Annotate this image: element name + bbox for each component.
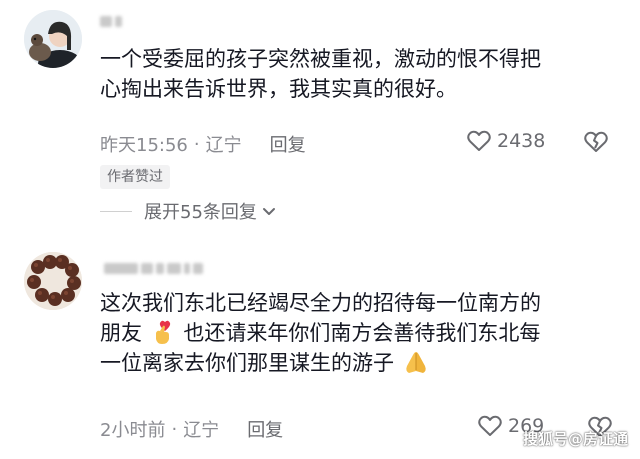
- dislike-button[interactable]: [584, 131, 608, 157]
- commenter-avatar[interactable]: [24, 252, 82, 310]
- reply-button[interactable]: 回复: [270, 131, 306, 157]
- comment-time: 昨天15:56: [100, 135, 188, 156]
- heart-outline-icon: [467, 130, 491, 151]
- commenter-avatar[interactable]: [24, 10, 82, 68]
- watermark: 搜狐号@房证通: [522, 430, 628, 448]
- commenter-name[interactable]: [100, 16, 122, 27]
- comment-text: 一个受委屈的孩子突然被重视，激动的恨不得把 心掏出来告诉世界，我其实真的很好。: [100, 44, 620, 104]
- comment-location: 辽宁: [205, 135, 242, 156]
- comment-line: 这次我们东北已经竭尽全力的招待每一位南方的: [100, 291, 541, 315]
- comment-line: 朋友: [100, 321, 142, 345]
- comment-location: 辽宁: [183, 420, 220, 441]
- folded-hands-emoji: [406, 352, 426, 373]
- reply-button[interactable]: 回复: [247, 416, 283, 442]
- divider: [100, 210, 132, 212]
- broken-heart-icon: [584, 131, 608, 152]
- like-button[interactable]: 2438: [467, 130, 545, 152]
- chevron-down-icon: [262, 208, 275, 215]
- comment-line: 一位离家去你们那里谋生的游子: [100, 351, 394, 375]
- finger-heart-emoji: [155, 320, 170, 344]
- comment-meta: 2小时前 · 辽宁 回复: [100, 416, 283, 442]
- comment-line: 心掏出来告诉世界，我其实真的很好。: [100, 77, 457, 101]
- heart-outline-icon: [478, 415, 502, 436]
- like-count: 2438: [497, 130, 546, 152]
- comment-text: 这次我们东北已经竭尽全力的招待每一位南方的 朋友 也还请来年你们南方会善待我们东…: [100, 288, 620, 378]
- expand-replies[interactable]: 展开55条回复: [100, 198, 277, 224]
- comment-meta: 昨天15:56 · 辽宁 回复: [100, 131, 306, 157]
- commenter-name[interactable]: [104, 263, 203, 274]
- comment-line: 一个受委屈的孩子突然被重视，激动的恨不得把: [100, 47, 541, 71]
- expand-replies-label: 展开55条回复: [144, 202, 257, 223]
- comment-time: 2小时前: [100, 420, 166, 441]
- author-liked-badge: 作者赞过: [100, 165, 170, 189]
- comment-line: 也还请来年你们南方会善待我们东北每: [183, 321, 541, 345]
